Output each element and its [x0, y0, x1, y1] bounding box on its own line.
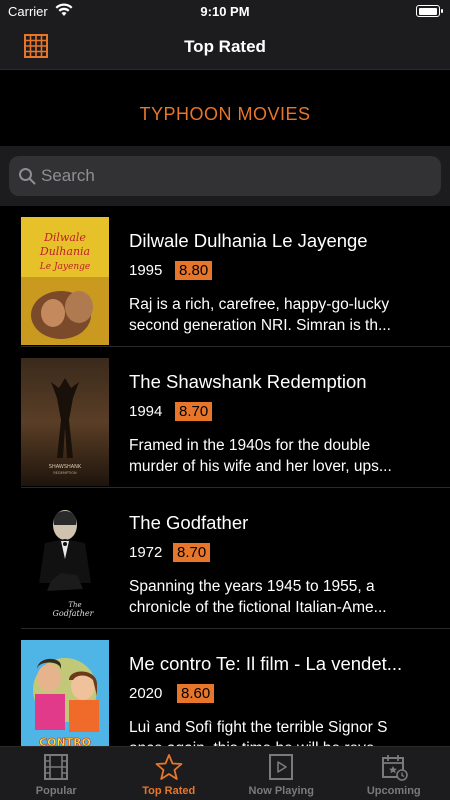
- tab-label: Top Rated: [142, 785, 196, 797]
- svg-text:Dulhania: Dulhania: [39, 245, 90, 258]
- svg-text:Dilwale: Dilwale: [43, 231, 86, 244]
- navigation-bar: Top Rated: [0, 24, 450, 70]
- rating-badge: 8.80: [175, 261, 213, 280]
- overview-line: Luì and Sofì fight the terrible Signor S: [129, 719, 388, 736]
- tab-top-rated[interactable]: Top Rated: [113, 747, 226, 800]
- svg-text:Godfather: Godfather: [53, 609, 95, 618]
- tab-now-playing[interactable]: Now Playing: [225, 747, 338, 800]
- search-icon: [19, 168, 36, 185]
- calendar-icon: [381, 755, 408, 781]
- movie-year: 2020: [129, 685, 163, 702]
- movie-overview: Luì and Sofì fight the terrible Signor S…: [129, 717, 429, 746]
- movie-poster: The Godfather: [21, 499, 109, 627]
- tab-upcoming[interactable]: Upcoming: [338, 747, 450, 800]
- movie-row[interactable]: CONTRO IL FILM Me contro Te: Il film - L…: [0, 629, 450, 746]
- overview-line: once again, this time he will be reve...: [129, 738, 429, 746]
- movie-list[interactable]: Dilwale Dulhania Le Jayenge Dilwale Dulh…: [0, 206, 450, 746]
- page-title: Top Rated: [184, 37, 266, 56]
- tab-label: Upcoming: [366, 785, 421, 797]
- movie-row[interactable]: The Godfather The Godfather 1972 8.70 Sp…: [0, 488, 450, 629]
- movie-row[interactable]: SHAWSHANK REDEMPTION The Shawshank Redem…: [0, 347, 450, 488]
- overview-line: murder of his wife and her lover, ups...: [129, 458, 392, 475]
- star-icon: [155, 754, 182, 780]
- movie-overview: Spanning the years 1945 to 1955, a chron…: [129, 576, 429, 618]
- brand-header: TYPHOON MOVIES: [0, 70, 450, 146]
- overview-line: chronicle of the fictional Italian-Ame..…: [129, 599, 387, 616]
- movie-row[interactable]: Dilwale Dulhania Le Jayenge Dilwale Dulh…: [0, 206, 450, 347]
- brand-name: TYPHOON MOVIES: [139, 104, 311, 124]
- search-bar: [0, 146, 450, 206]
- rating-badge: 8.70: [173, 543, 211, 562]
- svg-text:SHAWSHANK: SHAWSHANK: [49, 464, 82, 470]
- tab-bar: Popular Top Rated Now Playing Upcoming: [0, 746, 450, 800]
- svg-text:REDEMPTION: REDEMPTION: [53, 471, 77, 475]
- movie-overview: Framed in the 1940s for the double murde…: [129, 435, 429, 477]
- play-icon: [269, 754, 293, 780]
- status-bar: Carrier 9:10 PM: [0, 0, 450, 24]
- overview-line: Framed in the 1940s for the double: [129, 437, 371, 454]
- rating-badge: 8.70: [175, 402, 213, 421]
- tab-label: Popular: [35, 785, 77, 797]
- movie-overview: Raj is a rich, carefree, happy-go-lucky …: [129, 294, 429, 336]
- movie-title: Me contro Te: Il film - La vendet...: [129, 653, 403, 674]
- movie-title: Dilwale Dulhania Le Jayenge: [129, 230, 368, 251]
- clock: 9:10 PM: [200, 4, 250, 19]
- movie-poster: CONTRO IL FILM: [21, 640, 109, 746]
- rating-badge: 8.60: [177, 684, 215, 703]
- overview-line: Raj is a rich, carefree, happy-go-lucky: [129, 296, 390, 313]
- movie-year: 1994: [129, 403, 163, 420]
- movie-poster: Dilwale Dulhania Le Jayenge: [21, 217, 109, 345]
- search-field[interactable]: [9, 156, 441, 196]
- battery-icon: [416, 5, 443, 17]
- movie-poster: SHAWSHANK REDEMPTION: [21, 358, 109, 486]
- movie-title: The Godfather: [129, 512, 249, 533]
- movie-year: 1972: [129, 544, 163, 561]
- overview-line: second generation NRI. Simran is th...: [129, 317, 391, 334]
- movie-year: 1995: [129, 262, 163, 279]
- film-icon: [44, 754, 68, 780]
- movie-title: The Shawshank Redemption: [129, 371, 367, 392]
- overview-line: Spanning the years 1945 to 1955, a: [129, 578, 375, 595]
- svg-text:Le Jayenge: Le Jayenge: [39, 262, 90, 272]
- tab-label: Now Playing: [248, 785, 314, 797]
- tab-popular[interactable]: Popular: [0, 747, 113, 800]
- svg-text:The: The: [68, 601, 81, 609]
- search-input[interactable]: [41, 156, 431, 196]
- svg-text:CONTRO: CONTRO: [39, 736, 91, 746]
